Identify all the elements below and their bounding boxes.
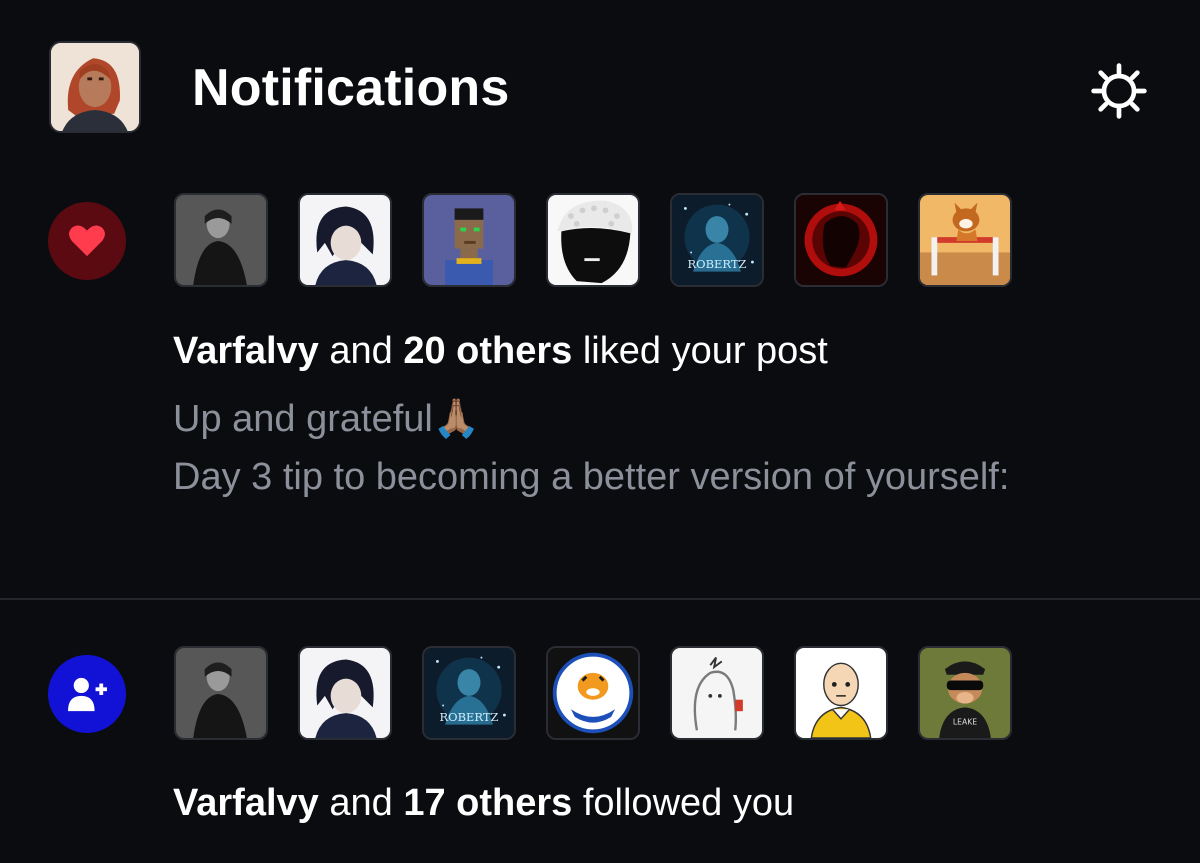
follow-summary: Varfalvy and 17 others followed you	[173, 782, 794, 825]
avatar-dog-hurdle[interactable]	[918, 193, 1012, 287]
avatar-pixel-punk[interactable]	[422, 193, 516, 287]
post-preview-line: Day 3 tip to becoming a better version o…	[173, 456, 1010, 498]
profile-avatar[interactable]	[49, 41, 141, 133]
summary-connector: and	[318, 330, 404, 372]
summary-action: followed you	[572, 782, 795, 824]
svg-text:LEAKE: LEAKE	[953, 718, 977, 727]
avatar-man-portrait[interactable]	[174, 646, 268, 740]
actor-name[interactable]: Varfalvy	[173, 330, 319, 372]
heart-icon	[69, 225, 105, 257]
profile-avatar-image	[51, 43, 139, 131]
like-summary: Varfalvy and 20 others liked your post	[173, 330, 828, 373]
others-count[interactable]: 20 others	[403, 330, 572, 372]
avatar-monkey-sunglasses[interactable]: LEAKE	[918, 646, 1012, 740]
header: Notifications	[0, 0, 1200, 180]
post-preview-line: Up and grateful🙏🏽	[173, 398, 481, 440]
others-count[interactable]: 17 others	[403, 782, 572, 824]
actor-name[interactable]: Varfalvy	[173, 782, 319, 824]
like-type-badge	[48, 202, 126, 280]
notification-follow[interactable]: ROBERTZ LEAKE Varfalvy and 17 others fol…	[0, 600, 1200, 863]
page-title: Notifications	[192, 59, 510, 117]
follower-avatars: ROBERTZ LEAKE	[174, 646, 1012, 740]
post-preview[interactable]: Up and grateful🙏🏽 Day 3 tip to becoming …	[173, 390, 1013, 506]
summary-action: liked your post	[572, 330, 828, 372]
gear-icon	[1091, 63, 1147, 119]
liker-avatars: ROBERTZ	[174, 193, 1012, 287]
svg-text:ROBERTZ: ROBERTZ	[440, 710, 499, 724]
notification-like[interactable]: ROBERTZ Varfalvy and 20 others liked you…	[0, 180, 1200, 598]
avatar-robertz-galaxy[interactable]: ROBERTZ	[422, 646, 516, 740]
summary-connector: and	[318, 782, 404, 824]
avatar-doodle-character[interactable]	[670, 646, 764, 740]
avatar-red-helmet[interactable]	[794, 193, 888, 287]
avatar-bald-hero[interactable]	[794, 646, 888, 740]
avatar-pearl-hat-woman[interactable]	[546, 193, 640, 287]
follow-type-badge	[48, 655, 126, 733]
avatar-robertz-galaxy[interactable]: ROBERTZ	[670, 193, 764, 287]
avatar-easy-tiger-logo[interactable]	[546, 646, 640, 740]
avatar-anime-boy[interactable]	[298, 193, 392, 287]
avatar-man-portrait[interactable]	[174, 193, 268, 287]
settings-button[interactable]	[1086, 58, 1152, 124]
svg-text:ROBERTZ: ROBERTZ	[688, 257, 747, 271]
avatar-anime-boy[interactable]	[298, 646, 392, 740]
add-user-icon	[68, 677, 107, 712]
